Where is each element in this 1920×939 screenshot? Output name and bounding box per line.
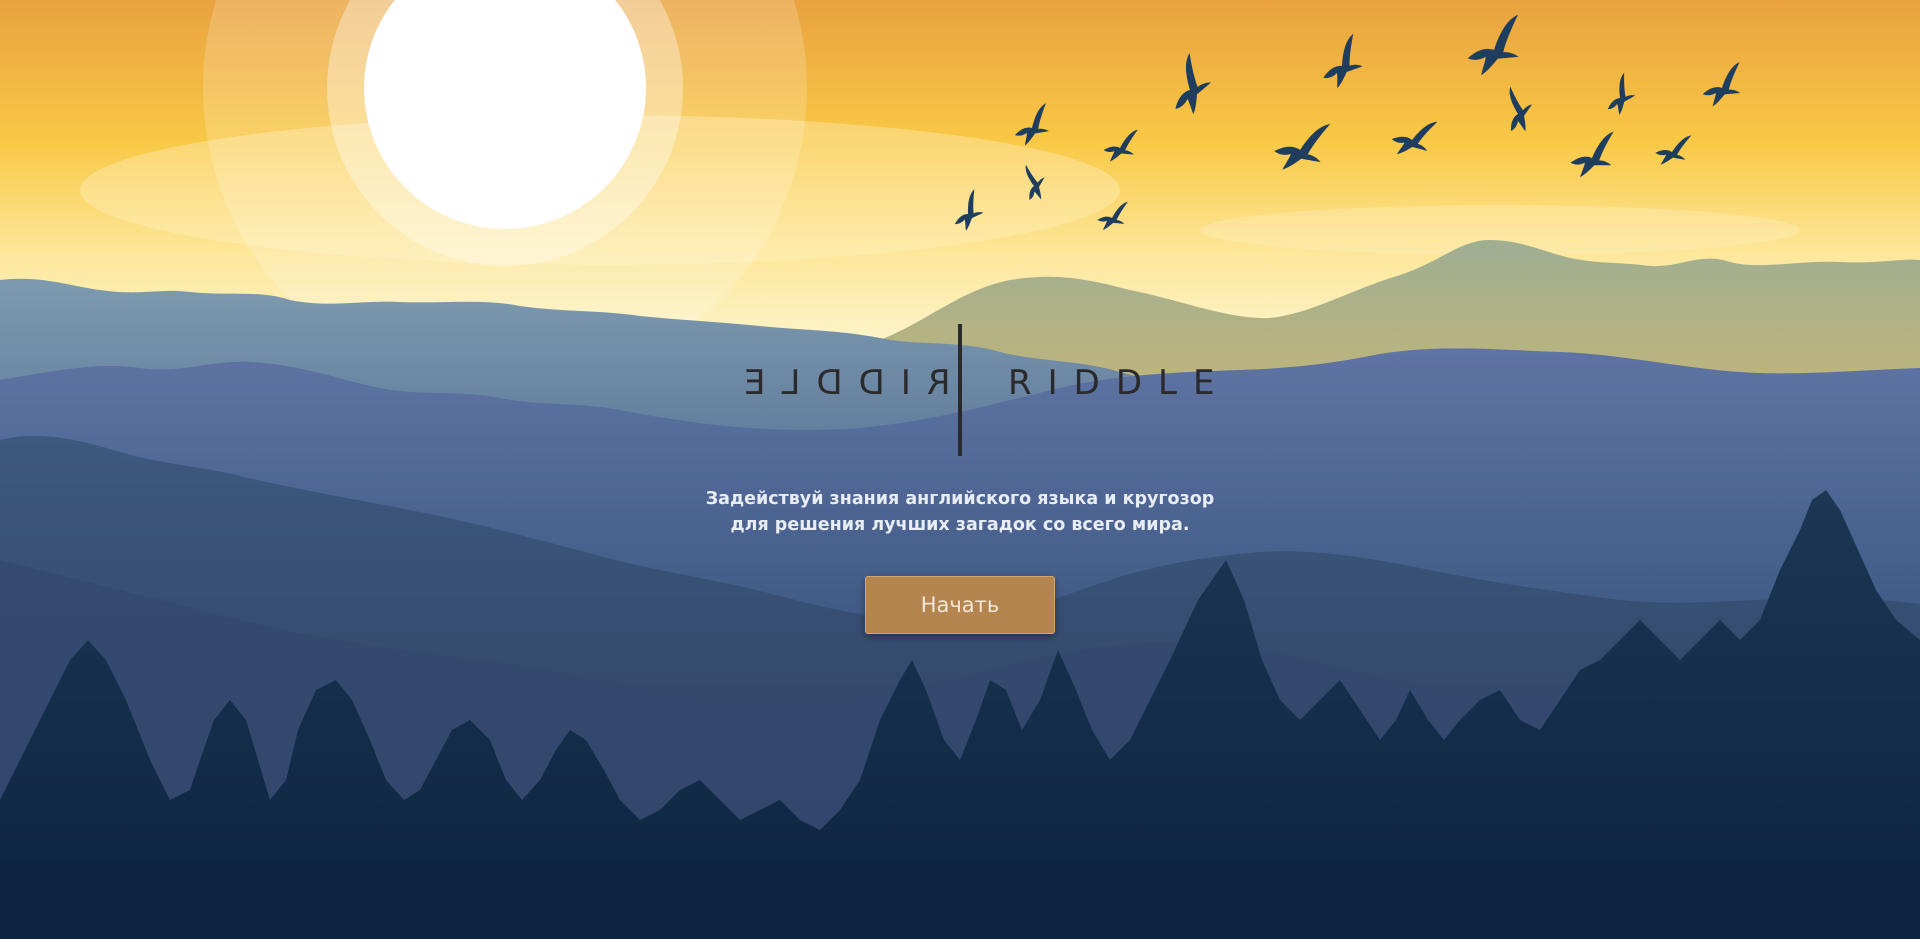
logo-mirrored-word: RIDDLE — [728, 363, 951, 403]
landing-hero: RIDDLE RIDDLE Задействуй знания английск… — [0, 0, 1920, 939]
logo-divider — [958, 324, 962, 456]
logo-word: RIDDLE — [1008, 363, 1231, 403]
tagline-line-1: Задействуй знания английского языка и кр… — [705, 489, 1215, 509]
landscape-illustration — [0, 0, 1920, 939]
forest-floor — [0, 860, 1920, 939]
hero-tagline: Задействуй знания английского языка и кр… — [0, 486, 1920, 538]
riddle-logo: RIDDLE RIDDLE — [0, 320, 1920, 460]
tagline-line-2: для решения лучших загадок со всего мира… — [730, 515, 1190, 535]
start-button[interactable]: Начать — [865, 576, 1055, 634]
